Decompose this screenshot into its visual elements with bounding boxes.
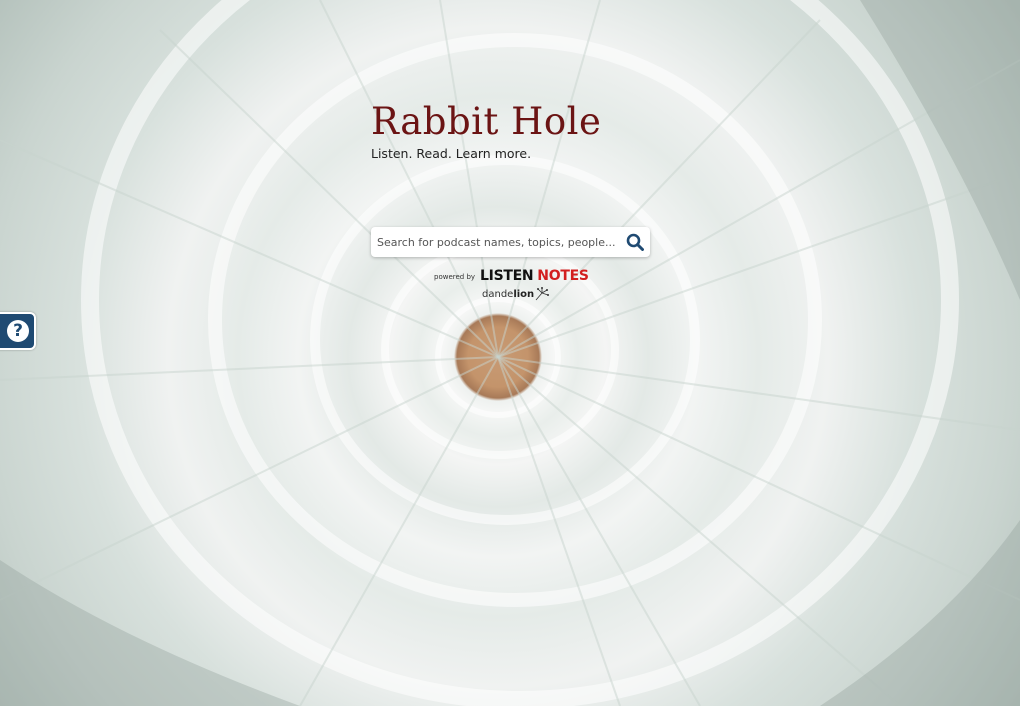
powered-by-label: powered by bbox=[434, 273, 476, 281]
search-input[interactable] bbox=[371, 228, 620, 256]
powered-by-listen-notes[interactable]: powered by LISTEN NOTES bbox=[434, 268, 589, 284]
dandelion-logo[interactable]: dandelion bbox=[482, 286, 550, 302]
site-tagline: Listen. Read. Learn more. bbox=[371, 146, 601, 162]
page: ? Rabbit Hole Listen. Read. Learn more. … bbox=[0, 0, 1020, 706]
dandelion-wordmark: dandelion bbox=[482, 288, 535, 300]
dandelion-seed-icon bbox=[535, 287, 550, 301]
brand-header: Rabbit Hole Listen. Read. Learn more. bbox=[371, 98, 601, 162]
search-bar bbox=[371, 227, 650, 257]
search-icon bbox=[626, 233, 644, 251]
listen-notes-logo-notes: NOTES bbox=[537, 268, 589, 284]
tagline-text: Listen. Read. bbox=[371, 146, 452, 161]
question-circle-icon: ? bbox=[7, 320, 29, 342]
search-button[interactable] bbox=[620, 227, 650, 257]
help-button[interactable]: ? bbox=[0, 312, 36, 350]
listen-notes-logo-listen: LISTEN bbox=[480, 268, 534, 284]
learn-more-link[interactable]: Learn more. bbox=[456, 146, 531, 161]
site-title: Rabbit Hole bbox=[371, 100, 602, 143]
